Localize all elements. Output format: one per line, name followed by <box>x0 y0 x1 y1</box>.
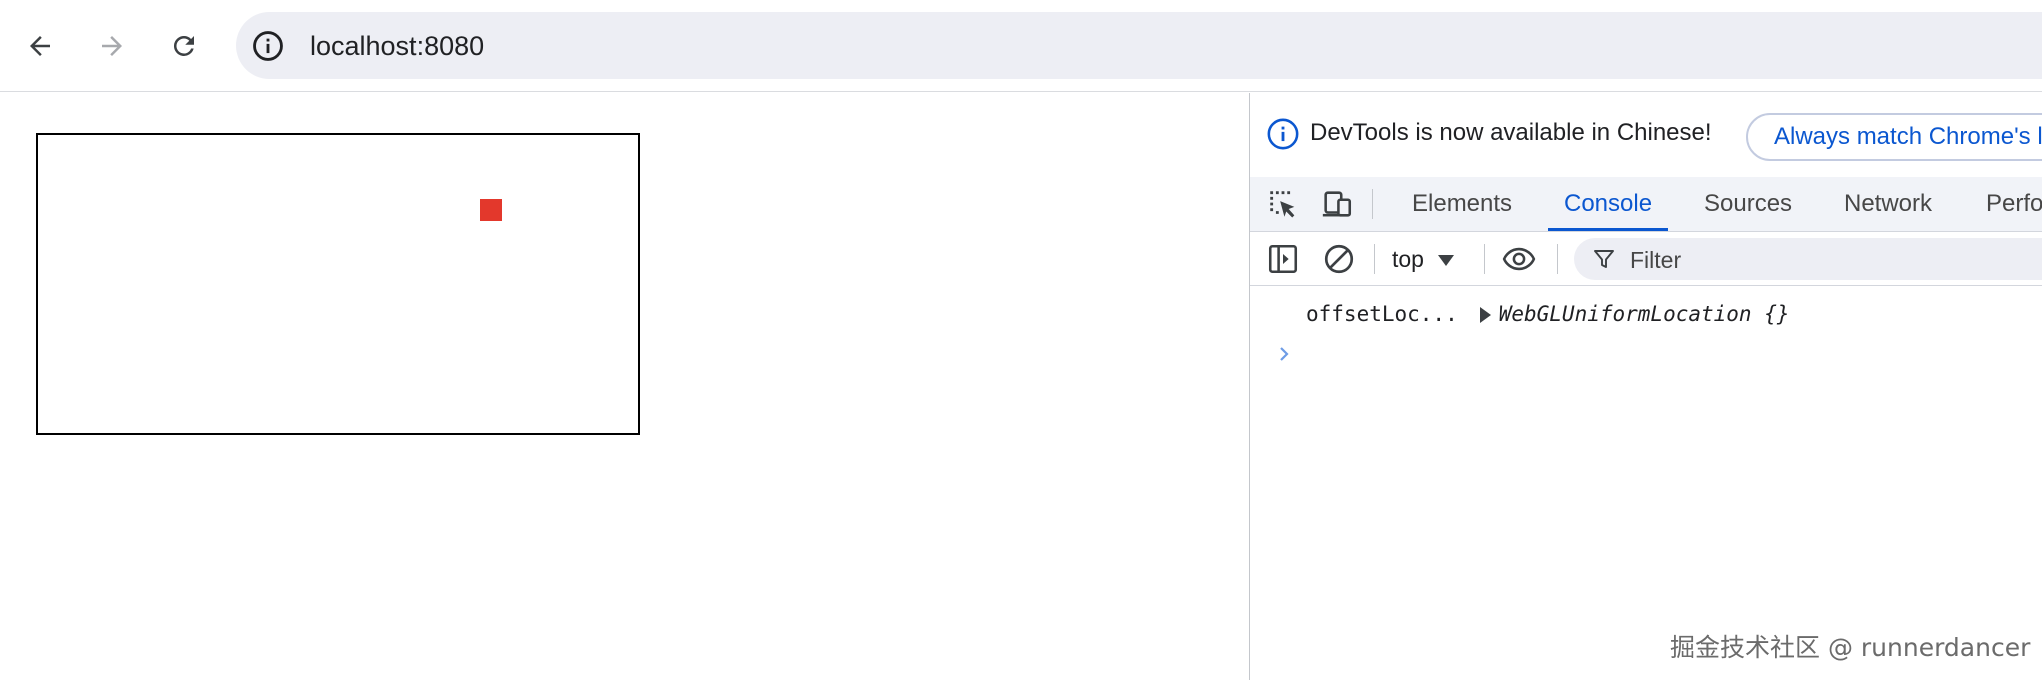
arrow-left-icon <box>30 36 50 56</box>
page-viewport <box>0 93 1249 680</box>
language-infobar: DevTools is now available in Chinese! Al… <box>1250 93 2042 177</box>
filter-placeholder: Filter <box>1630 247 1682 273</box>
browser-toolbar: localhost:8080 <box>0 0 2042 92</box>
tab-performance[interactable]: Perfo <box>1986 177 2042 231</box>
tab-sources[interactable]: Sources <box>1704 177 1792 231</box>
address-bar[interactable]: localhost:8080 <box>236 12 2042 79</box>
watermark: 掘金技术社区 @ runnerdancer <box>1670 633 2031 662</box>
devtools-tabbar: Elements Console Sources Network Perfo <box>1250 177 2042 232</box>
filter-icon <box>1594 250 1614 268</box>
info-icon <box>1267 118 1299 150</box>
inspect-element-icon[interactable] <box>1266 187 1300 221</box>
console-log-entry: offsetLoc... WebGLUniformLocation {} <box>1306 302 1790 326</box>
webgl-canvas[interactable] <box>36 133 640 435</box>
tabbar-separator <box>1372 189 1373 219</box>
infobar-message: DevTools is now available in Chinese! <box>1310 119 1712 146</box>
tab-network[interactable]: Network <box>1844 177 1932 231</box>
always-match-language-button[interactable]: Always match Chrome's la <box>1746 113 2042 161</box>
console-toolbar: top Filter <box>1250 232 2042 286</box>
console-separator-1 <box>1374 244 1375 274</box>
arrow-right-icon <box>102 36 122 56</box>
eye-icon[interactable] <box>1502 242 1536 276</box>
console-output: offsetLoc... WebGLUniformLocation {} <box>1250 286 2042 680</box>
reload-button[interactable] <box>160 22 208 70</box>
red-square <box>480 199 502 221</box>
url-text[interactable]: localhost:8080 <box>310 30 484 62</box>
site-info-button[interactable] <box>250 28 286 64</box>
devtools-panel: DevTools is now available in Chinese! Al… <box>1249 93 2042 680</box>
sidebar-toggle-icon[interactable] <box>1266 242 1300 276</box>
log-label: offsetLoc... <box>1306 302 1458 326</box>
reload-icon <box>173 35 194 56</box>
log-object[interactable]: WebGLUniformLocation {} <box>1499 302 1790 326</box>
caret-down-icon <box>1437 255 1454 267</box>
tab-elements[interactable]: Elements <box>1412 177 1512 231</box>
expand-triangle-icon[interactable] <box>1479 307 1491 323</box>
filter-input[interactable]: Filter <box>1574 238 2042 280</box>
forward-button[interactable] <box>88 22 136 70</box>
console-separator-2 <box>1484 244 1485 274</box>
info-circle-icon <box>253 31 283 61</box>
context-selector[interactable]: top <box>1392 242 1454 276</box>
console-prompt-chevron-icon[interactable] <box>1272 342 1296 366</box>
back-button[interactable] <box>16 22 64 70</box>
clear-console-icon[interactable] <box>1322 242 1356 276</box>
context-label: top <box>1392 246 1424 272</box>
console-separator-3 <box>1557 244 1558 274</box>
tab-console[interactable]: Console <box>1547 177 1669 231</box>
device-toolbar-icon[interactable] <box>1320 187 1354 221</box>
